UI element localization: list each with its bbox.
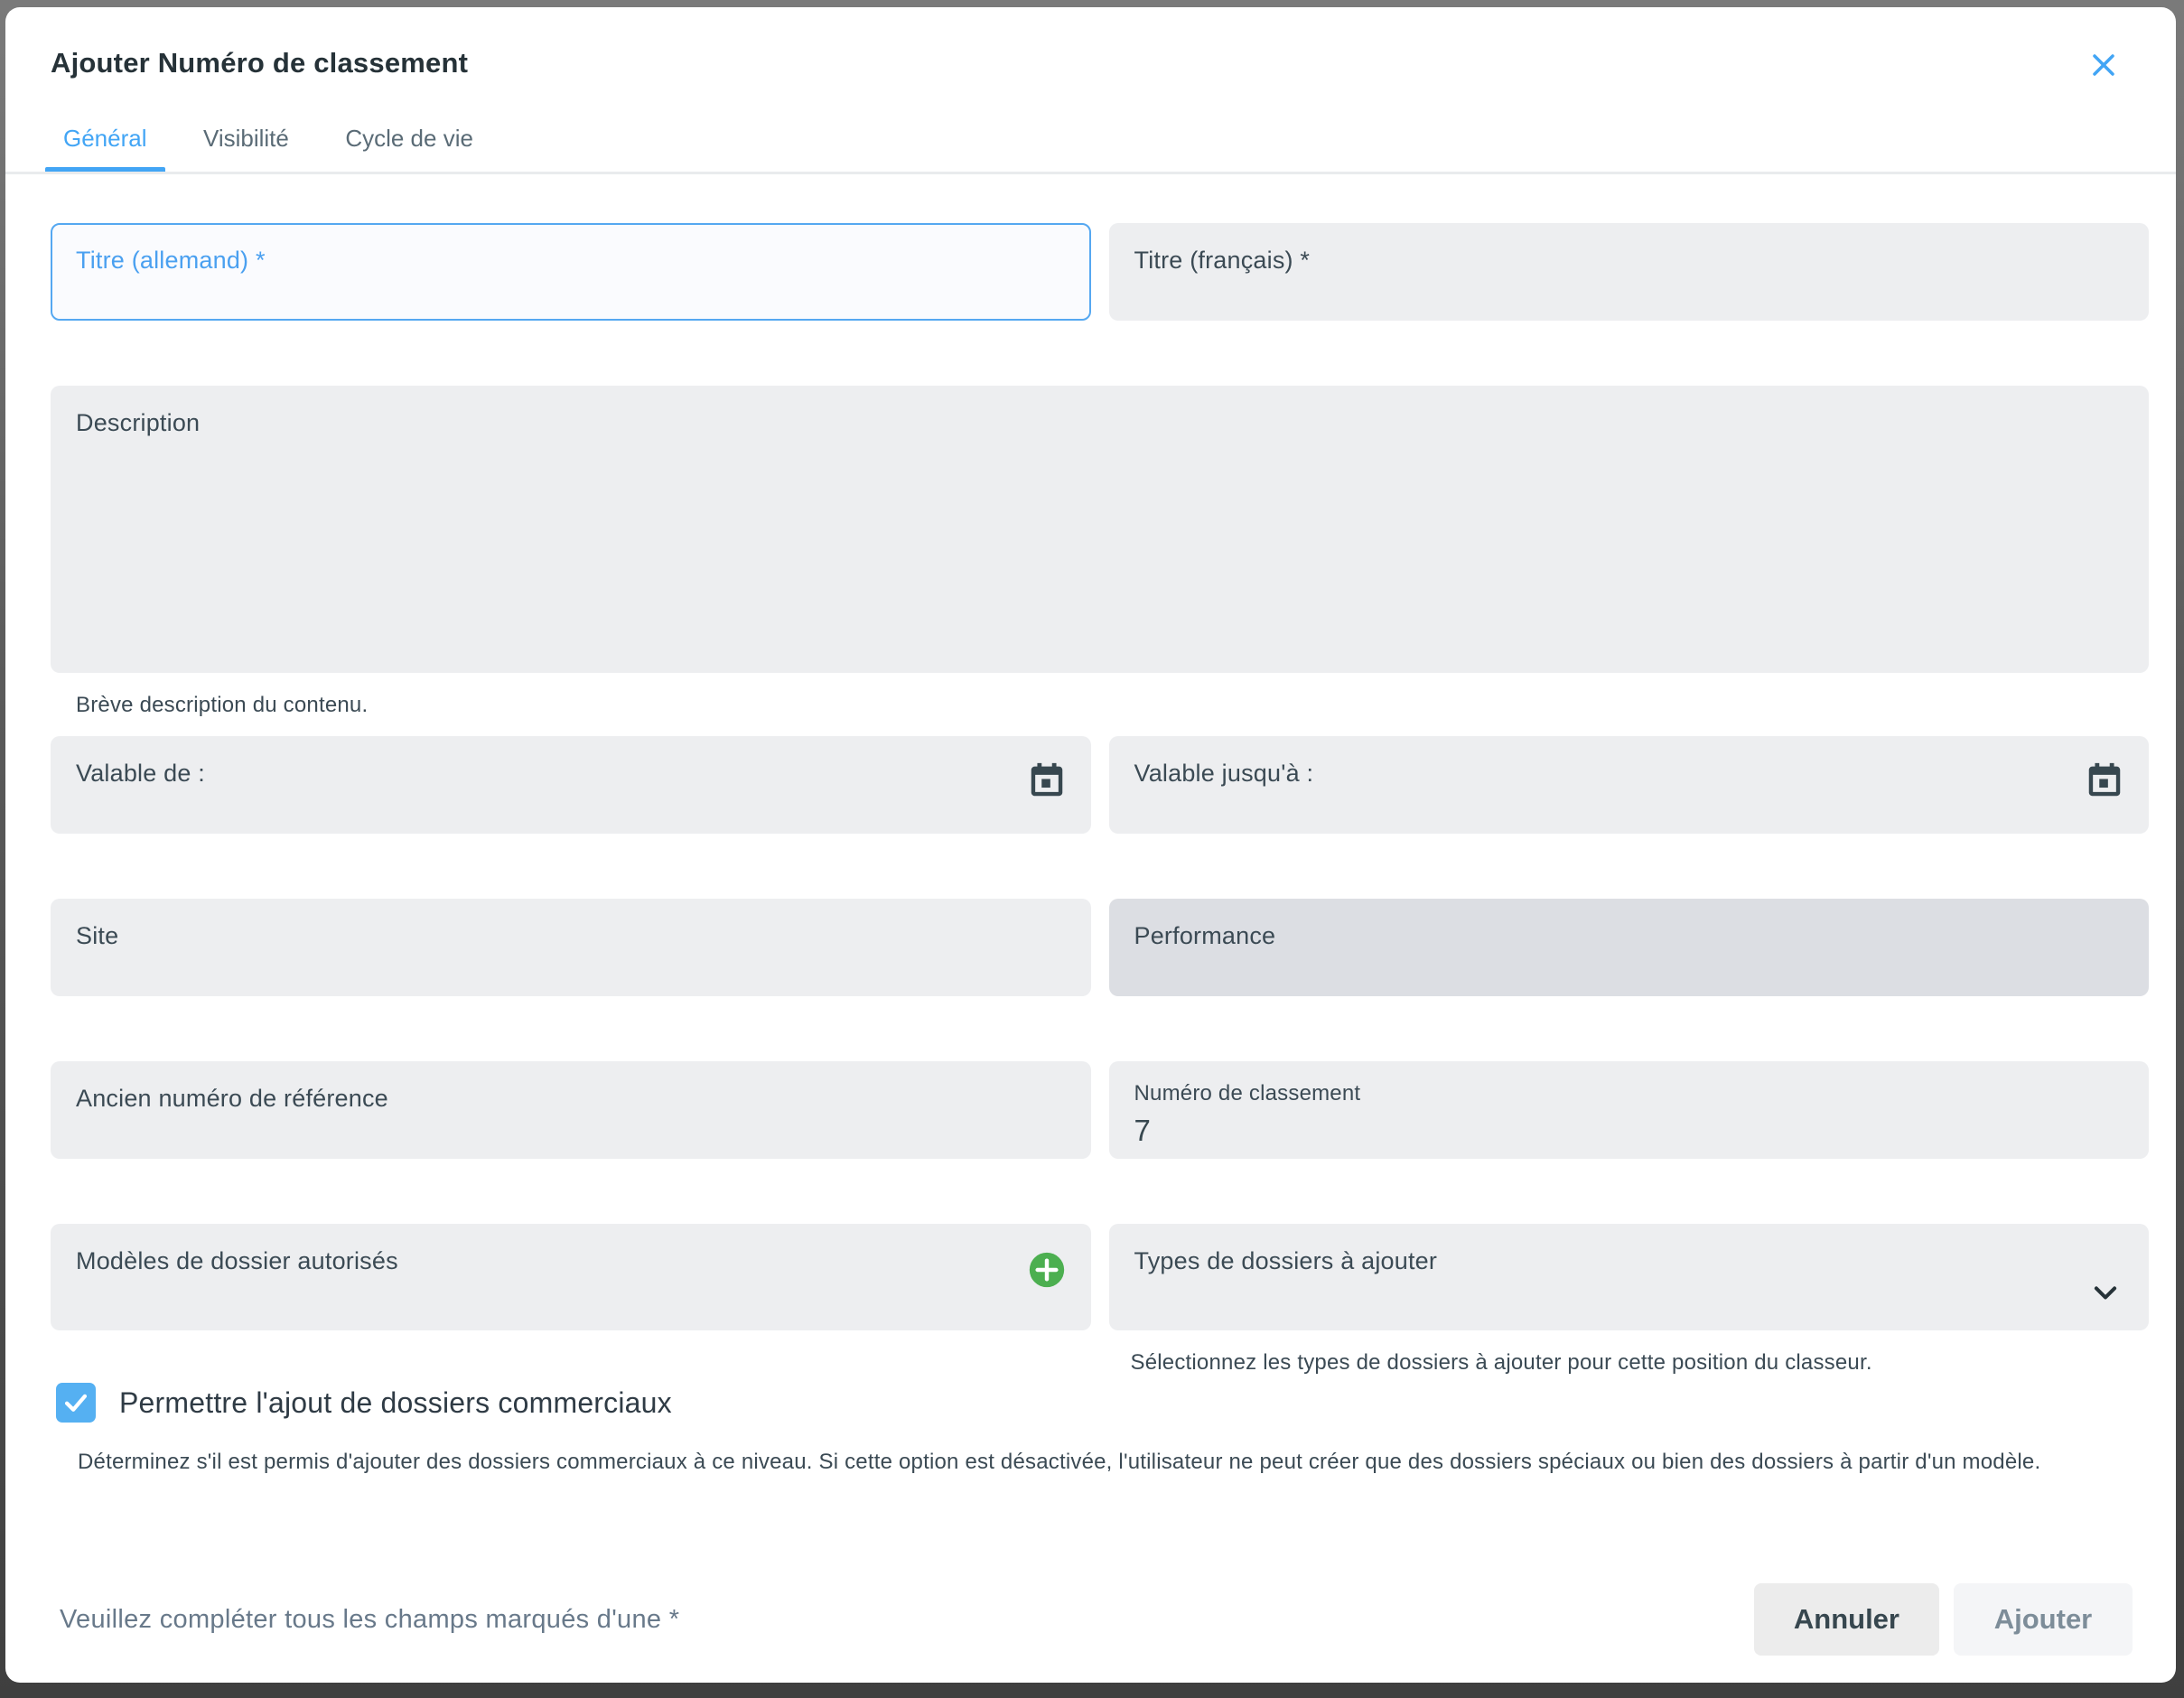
validity-row: Valable de : Valable jusqu'à : xyxy=(51,736,2149,834)
old-reference-field[interactable]: Ancien numéro de référence xyxy=(51,1061,1091,1159)
tab-visibility[interactable]: Visibilité xyxy=(185,125,307,172)
title-french-field[interactable]: Titre (français) * xyxy=(1109,223,2150,321)
calendar-icon[interactable] xyxy=(2084,760,2125,801)
add-classification-dialog: Ajouter Numéro de classement Général Vis… xyxy=(5,7,2176,1683)
valid-from-label: Valable de : xyxy=(76,760,1026,788)
commercial-checkbox-hint: Déterminez s'il est permis d'ajouter des… xyxy=(78,1450,2137,1475)
description-hint: Brève description du contenu. xyxy=(76,693,2149,718)
allowed-templates-label: Modèles de dossier autorisés xyxy=(76,1247,1026,1275)
site-performance-row: Site Performance xyxy=(51,899,2149,996)
description-block: Description Brève description du contenu… xyxy=(51,386,2149,718)
reference-row: Ancien numéro de référence Numéro de cla… xyxy=(51,1061,2149,1159)
valid-until-field[interactable]: Valable jusqu'à : xyxy=(1109,736,2150,834)
title-german-field[interactable]: Titre (allemand) * xyxy=(51,223,1091,321)
close-button[interactable] xyxy=(2082,43,2125,87)
site-field[interactable]: Site xyxy=(51,899,1091,996)
close-icon xyxy=(2086,47,2122,83)
commercial-checkbox[interactable] xyxy=(56,1383,96,1423)
classification-number-field[interactable]: Numéro de classement 7 xyxy=(1109,1061,2150,1159)
classification-number-label: Numéro de classement xyxy=(1134,1081,2126,1106)
allowed-templates-field[interactable]: Modèles de dossier autorisés xyxy=(51,1224,1091,1330)
old-reference-label: Ancien numéro de référence xyxy=(76,1085,1068,1113)
dialog-header: Ajouter Numéro de classement xyxy=(5,7,2176,87)
title-row: Titre (allemand) * Titre (français) * xyxy=(51,223,2149,321)
description-label: Description xyxy=(76,409,2125,437)
add-icon[interactable] xyxy=(1026,1249,1068,1291)
calendar-icon[interactable] xyxy=(1026,760,1068,801)
commercial-checkbox-label[interactable]: Permettre l'ajout de dossiers commerciau… xyxy=(119,1386,672,1420)
checkmark-icon xyxy=(61,1387,91,1418)
cancel-button[interactable]: Annuler xyxy=(1754,1583,1939,1656)
footer-actions: Annuler Ajouter xyxy=(1754,1583,2133,1656)
performance-field: Performance xyxy=(1109,899,2150,996)
site-label: Site xyxy=(76,922,1068,950)
dialog-content: Titre (allemand) * Titre (français) * De… xyxy=(5,174,2176,1583)
performance-label: Performance xyxy=(1134,922,2126,950)
valid-until-label: Valable jusqu'à : xyxy=(1134,760,2085,788)
required-fields-note: Veuillez compléter tous les champs marqu… xyxy=(60,1605,679,1635)
dialog-title: Ajouter Numéro de classement xyxy=(51,47,468,79)
title-german-label: Titre (allemand) * xyxy=(76,247,1068,275)
description-field[interactable]: Description xyxy=(51,386,2149,673)
templates-row: Modèles de dossier autorisés Types de do… xyxy=(51,1224,2149,1376)
valid-from-field[interactable]: Valable de : xyxy=(51,736,1091,834)
title-french-label: Titre (français) * xyxy=(1134,247,2126,275)
dossier-types-label: Types de dossiers à ajouter xyxy=(1134,1247,2086,1275)
classification-number-value: 7 xyxy=(1134,1114,2126,1148)
submit-button[interactable]: Ajouter xyxy=(1954,1583,2133,1656)
commercial-checkbox-row: Permettre l'ajout de dossiers commerciau… xyxy=(51,1383,2149,1423)
dialog-footer: Veuillez compléter tous les champs marqu… xyxy=(5,1583,2176,1683)
dossier-types-field[interactable]: Types de dossiers à ajouter xyxy=(1109,1224,2150,1330)
tab-lifecycle[interactable]: Cycle de vie xyxy=(327,125,491,172)
chevron-down-icon[interactable] xyxy=(2086,1273,2125,1312)
tab-bar: Général Visibilité Cycle de vie xyxy=(5,125,2176,172)
dossier-types-hint: Sélectionnez les types de dossiers à ajo… xyxy=(1131,1350,2150,1376)
tab-general[interactable]: Général xyxy=(45,125,165,172)
